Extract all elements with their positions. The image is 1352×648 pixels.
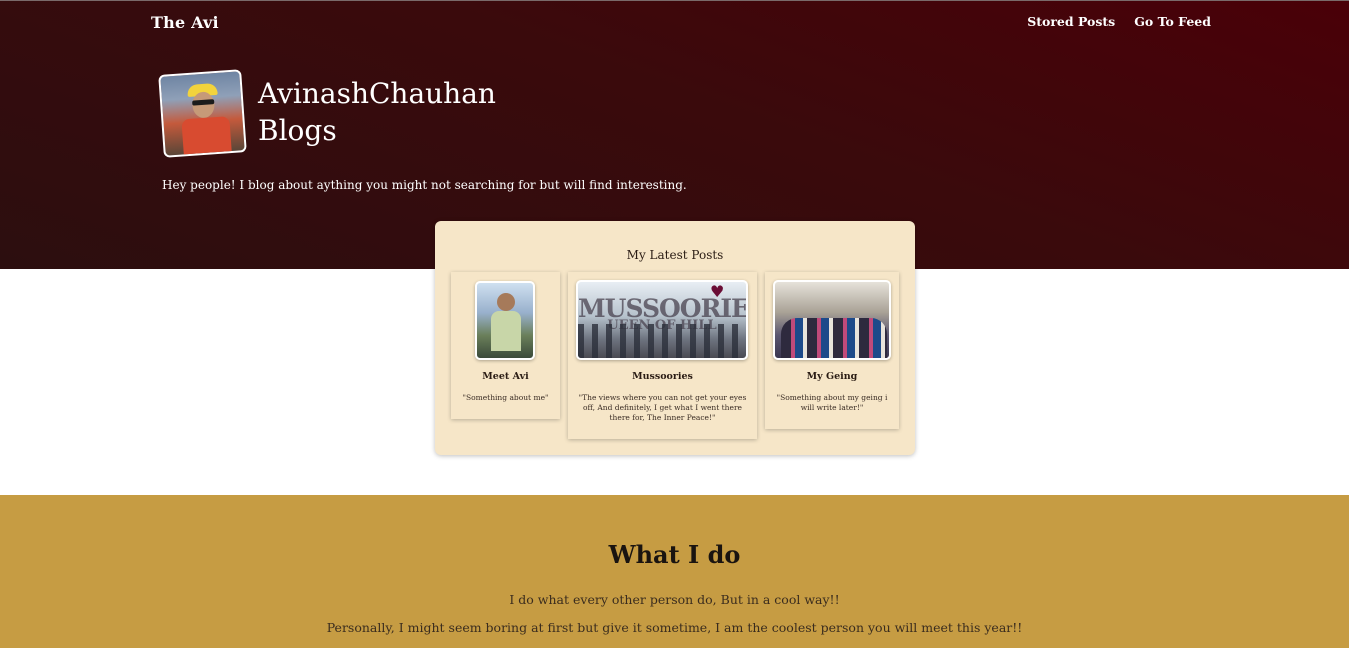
post-card-mussoories[interactable]: ♥ MUSSOORIE UEEN OF HILL Mussoories "The… [568, 272, 757, 439]
post-title[interactable]: My Geing [765, 371, 899, 382]
post-description: "The views where you can not get your ey… [578, 393, 747, 422]
section-heading: What I do [608, 540, 741, 569]
post-image[interactable] [773, 280, 891, 360]
latest-posts-panel: My Latest Posts Meet Avi "Something abou… [435, 221, 915, 455]
avatar [158, 69, 247, 158]
post-image[interactable] [475, 281, 535, 360]
post-title[interactable]: Mussoories [568, 371, 757, 382]
nav-links: Stored Posts Go To Feed [1027, 14, 1211, 29]
hero-description: Hey people! I blog about aything you mig… [162, 178, 687, 192]
section-paragraph-1: I do what every other person do, But in … [509, 592, 840, 607]
post-image[interactable]: ♥ MUSSOORIE UEEN OF HILL [576, 280, 748, 360]
what-i-do-section: What I do I do what every other person d… [0, 495, 1349, 648]
post-description: "Something about my geing i will write l… [776, 393, 888, 412]
post-card-meet-avi[interactable]: Meet Avi "Something about me" [451, 272, 560, 419]
brand-logo[interactable]: The Avi [151, 13, 219, 32]
nav-link-stored-posts[interactable]: Stored Posts [1027, 14, 1115, 29]
latest-posts-title: My Latest Posts [626, 248, 724, 262]
nav-link-go-to-feed[interactable]: Go To Feed [1134, 14, 1211, 29]
post-description: "Something about me" [462, 393, 549, 402]
page-title-line2: Blogs [258, 114, 337, 147]
page-title-line1: AvinashChauhan [258, 77, 496, 110]
section-paragraph-2: Personally, I might seem boring at first… [326, 620, 1023, 635]
page-title: AvinashChauhan Blogs [258, 75, 518, 149]
post-card-my-geing[interactable]: My Geing "Something about my geing i wil… [765, 272, 899, 429]
post-title[interactable]: Meet Avi [451, 371, 560, 382]
